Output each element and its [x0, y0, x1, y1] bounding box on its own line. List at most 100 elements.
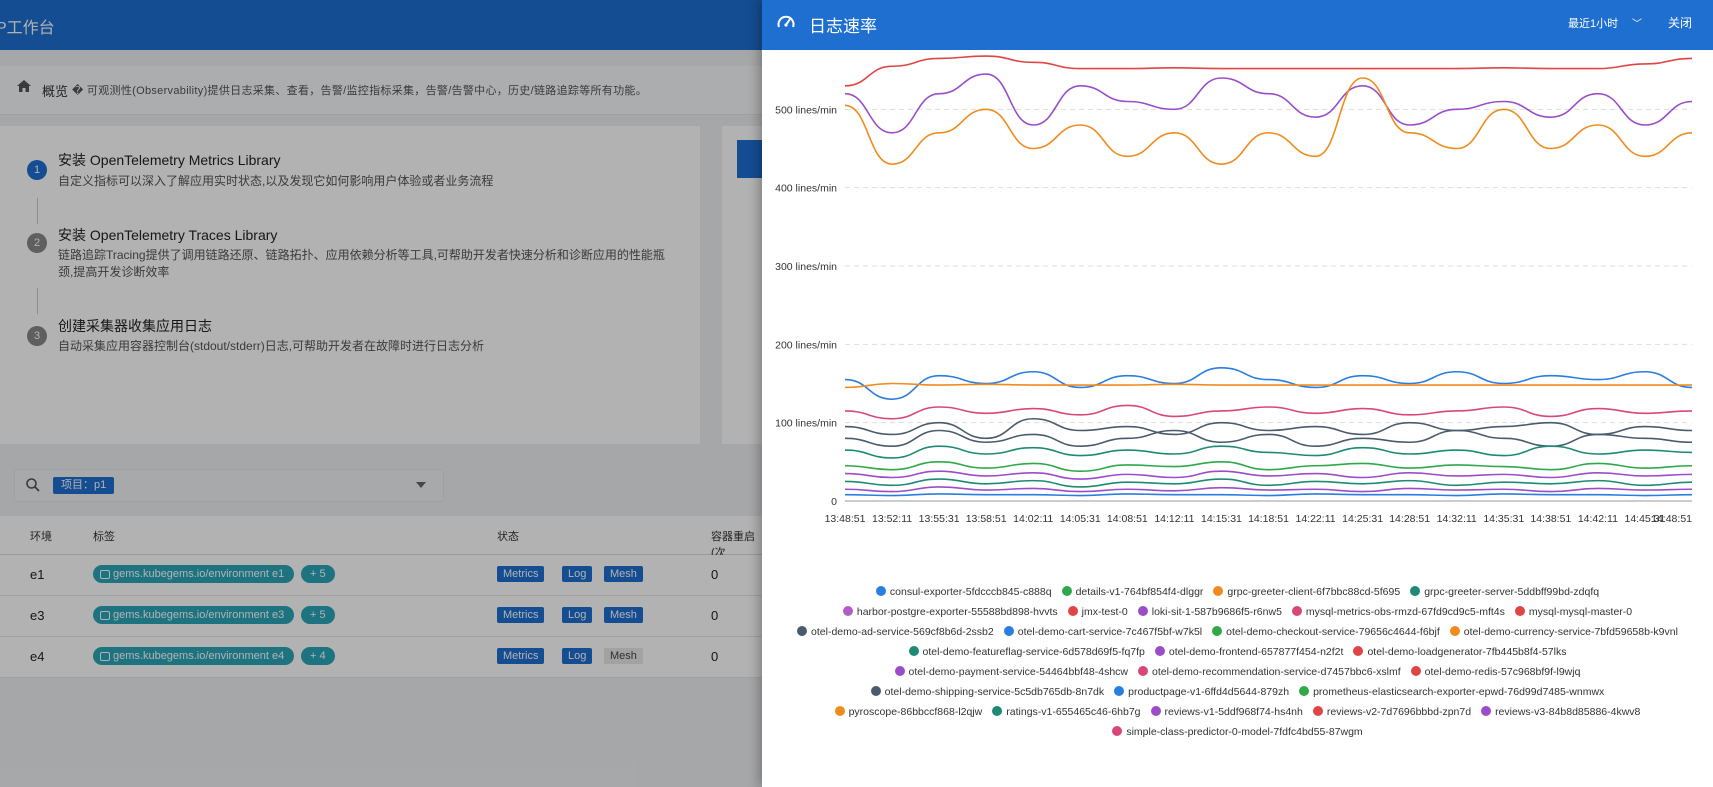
legend-label: otel-demo-frontend-657877f454-n2f2t: [1168, 646, 1344, 658]
x-tick-label: 13:55:31: [919, 513, 960, 525]
legend-item[interactable]: jmx-test-0: [1067, 602, 1128, 622]
x-tick-label: 14:22:11: [1296, 513, 1336, 525]
legend-label: productpage-v1-6ffd4d5644-879zh: [1128, 686, 1290, 698]
legend-marker: [1138, 666, 1148, 676]
x-tick-label: 14:48:51: [1651, 513, 1692, 525]
series-line: [844, 382, 1692, 389]
legend-item[interactable]: otel-demo-shipping-service-5c5db765db-8n…: [870, 682, 1105, 702]
legend-marker: [1112, 726, 1123, 736]
legend-marker: [992, 706, 1003, 716]
legend-label: otel-demo-loadgenerator-7fb445b8f4-57lks: [1367, 646, 1567, 658]
series-line: [844, 461, 1693, 473]
legend-marker: [1150, 706, 1161, 716]
legend-marker: [1410, 586, 1421, 596]
legend-label: otel-demo-cart-service-7c467f5bf-w7k5l: [1017, 626, 1203, 638]
legend-item[interactable]: ratings-v1-655465c46-6hb7g: [992, 702, 1141, 722]
series-line: [844, 417, 1693, 440]
legend-item[interactable]: harbor-postgre-exporter-55588bd898-hvvts: [842, 602, 1058, 622]
y-tick-label: 0: [831, 496, 837, 508]
legend-label: otel-demo-currency-service-7bfd59658b-k9…: [1463, 626, 1678, 638]
x-tick-label: 14:18:51: [1248, 513, 1289, 525]
legend-marker: [908, 646, 919, 656]
series-line: [844, 486, 1693, 493]
legend-row: pyroscope-86bbccf868-l2qjw ratings-v1-655…: [762, 702, 1713, 722]
y-tick-label: 100 lines/min: [775, 418, 837, 430]
legend-label: jmx-test-0: [1081, 606, 1128, 618]
legend-label: otel-demo-redis-57c968bf9f-l9wjq: [1424, 666, 1581, 678]
legend-item[interactable]: otel-demo-recommendation-service-d7457bb…: [1138, 662, 1401, 682]
legend-item[interactable]: consul-exporter-5fdcccb845-c888q: [875, 582, 1052, 602]
log-rate-drawer: 日志速率 最近1小时 ﹀ 关闭 0 100 lines/min 200 lines/…: [762, 0, 1713, 787]
chevron-down-icon[interactable]: ﹀: [1632, 15, 1642, 30]
drawer-header: 日志速率 最近1小时 ﹀ 关闭: [762, 0, 1713, 50]
legend-row: otel-demo-featureflag-service-6d578d69f5…: [762, 642, 1713, 662]
legend-label: otel-demo-ad-service-569cf8b6d-2ssb2: [811, 626, 994, 638]
legend-item[interactable]: otel-demo-redis-57c968bf9f-l9wjq: [1410, 662, 1581, 682]
legend-item[interactable]: otel-demo-currency-service-7bfd59658b-k9…: [1449, 622, 1678, 642]
x-tick-label: 14:32:11: [1437, 513, 1477, 525]
legend-item[interactable]: loki-sit-1-587b9686f5-r6nw5: [1137, 602, 1282, 622]
legend-item[interactable]: productpage-v1-6ffd4d5644-879zh: [1114, 682, 1289, 702]
legend-label: otel-demo-checkout-service-79656c4644-f6…: [1226, 626, 1440, 638]
legend-row: otel-demo-ad-service-569cf8b6d-2ssb2 otel…: [762, 622, 1713, 642]
legend-label: otel-demo-shipping-service-5c5db765db-8n…: [884, 686, 1105, 698]
legend-marker: [1449, 626, 1460, 636]
legend-row: consul-exporter-5fdcccb845-c888q details-…: [762, 582, 1713, 602]
legend-label: reviews-v3-84b8d85886-4kwv8: [1495, 706, 1641, 718]
legend-label: reviews-v2-7d7696bbbd-zpn7d: [1326, 706, 1472, 718]
legend-item[interactable]: reviews-v2-7d7696bbbd-zpn7d: [1312, 702, 1472, 722]
legend-item[interactable]: grpc-greeter-client-6f7bbc88cd-5f695: [1213, 582, 1400, 602]
legend-item[interactable]: mysql-mysql-master-0: [1514, 602, 1632, 622]
legend-item[interactable]: otel-demo-ad-service-569cf8b6d-2ssb2: [797, 622, 994, 642]
legend-item[interactable]: pyroscope-86bbccf868-l2qjw: [834, 702, 982, 722]
legend-item[interactable]: otel-demo-loadgenerator-7fb445b8f4-57lks: [1353, 642, 1566, 662]
x-tick-label: 13:52:11: [872, 513, 912, 525]
legend-item[interactable]: otel-demo-frontend-657877f454-n2f2t: [1154, 642, 1344, 662]
legend-item[interactable]: grpc-greeter-server-5ddbff99bd-zdqfq: [1410, 582, 1599, 602]
legend-item[interactable]: reviews-v3-84b8d85886-4kwv8: [1481, 702, 1640, 722]
legend-item[interactable]: simple-class-predictor-0-model-7fdfc4bd5…: [1112, 722, 1363, 742]
legend-label: simple-class-predictor-0-model-7fdfc4bd5…: [1126, 726, 1363, 738]
x-tick-label: 14:28:51: [1389, 513, 1430, 525]
series-line: [844, 367, 1693, 400]
series-line: [844, 445, 1693, 459]
legend-marker: [875, 586, 886, 596]
legend-marker: [1291, 606, 1302, 616]
legend-row: otel-demo-shipping-service-5c5db765db-8n…: [762, 682, 1713, 702]
legend-marker: [1212, 626, 1223, 636]
legend-marker: [842, 606, 853, 616]
y-tick-label: 300 lines/min: [775, 261, 837, 273]
legend-marker: [1067, 606, 1078, 616]
chart-legend: consul-exporter-5fdcccb845-c888q details-…: [762, 582, 1713, 742]
series-line: [844, 470, 1693, 480]
legend-label: mysql-metrics-obs-rmzd-67fd9cd9c5-mft4s: [1305, 606, 1505, 618]
legend-marker: [1154, 646, 1165, 656]
x-tick-label: 14:38:51: [1530, 513, 1571, 525]
legend-item[interactable]: otel-demo-featureflag-service-6d578d69f5…: [908, 642, 1145, 662]
legend-marker: [797, 626, 808, 636]
time-range-select[interactable]: 最近1小时: [1568, 15, 1618, 31]
legend-label: otel-demo-payment-service-54464bbf48-4sh…: [908, 666, 1128, 678]
x-tick-label: 14:05:31: [1060, 513, 1101, 525]
series-line: [844, 77, 1693, 165]
legend-label: loki-sit-1-587b9686f5-r6nw5: [1151, 606, 1282, 618]
series-line: [844, 404, 1693, 420]
legend-item[interactable]: mysql-metrics-obs-rmzd-67fd9cd9c5-mft4s: [1291, 602, 1505, 622]
legend-marker: [834, 706, 845, 716]
legend-marker: [870, 686, 881, 696]
y-tick-label: 500 lines/min: [775, 104, 837, 116]
legend-item[interactable]: reviews-v1-5ddf968f74-hs4nh: [1150, 702, 1303, 722]
legend-marker: [1137, 606, 1148, 616]
legend-item[interactable]: details-v1-764bf854f4-dlggr: [1061, 582, 1203, 602]
legend-item[interactable]: otel-demo-checkout-service-79656c4644-f6…: [1212, 622, 1440, 642]
legend-marker: [1003, 626, 1014, 636]
x-tick-label: 14:15:31: [1201, 513, 1242, 525]
legend-item[interactable]: otel-demo-cart-service-7c467f5bf-w7k5l: [1003, 622, 1203, 642]
speedometer-icon: [777, 15, 795, 28]
x-tick-label: 14:02:11: [1013, 513, 1053, 525]
legend-label: consul-exporter-5fdcccb845-c888q: [889, 586, 1052, 598]
close-button[interactable]: 关闭: [1668, 14, 1692, 31]
legend-item[interactable]: prometheus-elasticsearch-exporter-epwd-7…: [1299, 682, 1604, 702]
legend-label: harbor-postgre-exporter-55588bd898-hvvts: [856, 606, 1058, 618]
legend-item[interactable]: otel-demo-payment-service-54464bbf48-4sh…: [894, 662, 1128, 682]
